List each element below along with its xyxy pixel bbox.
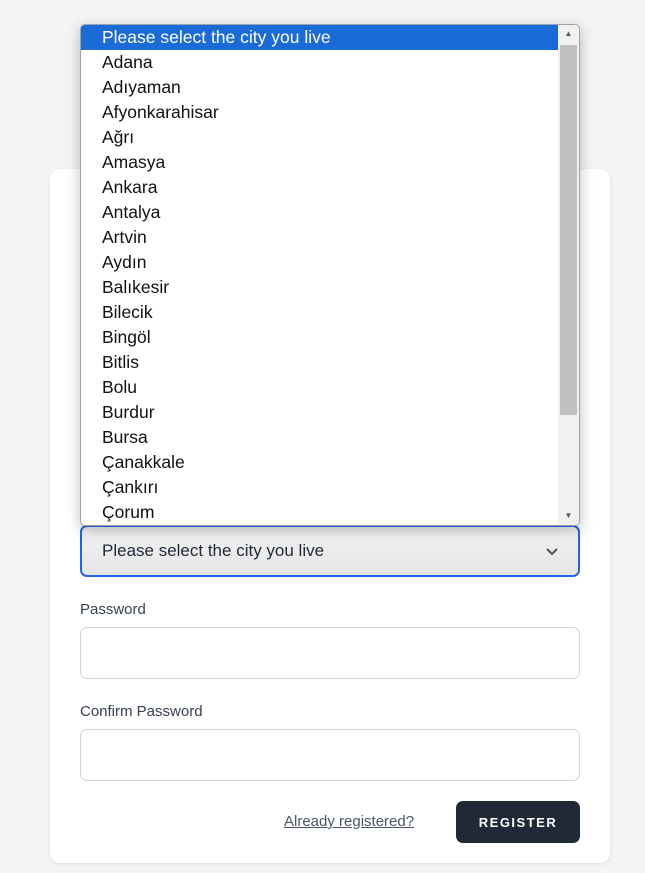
city-option[interactable]: Ankara: [81, 175, 559, 200]
city-option[interactable]: Antalya: [81, 200, 559, 225]
scrollbar-thumb[interactable]: [560, 45, 577, 415]
password-label: Password: [80, 601, 146, 618]
city-option[interactable]: Aydın: [81, 250, 559, 275]
already-registered-link[interactable]: Already registered?: [284, 813, 414, 830]
city-option[interactable]: Bilecik: [81, 300, 559, 325]
scrollbar[interactable]: ▲ ▼: [558, 25, 579, 525]
scroll-up-arrow-icon[interactable]: ▲: [558, 25, 579, 43]
city-option[interactable]: Afyonkarahisar: [81, 100, 559, 125]
city-select[interactable]: Please select the city you live: [80, 525, 580, 577]
city-option[interactable]: Çorum: [81, 500, 559, 525]
city-option[interactable]: Please select the city you live: [81, 25, 559, 50]
city-option[interactable]: Bursa: [81, 425, 559, 450]
city-option[interactable]: Artvin: [81, 225, 559, 250]
city-option[interactable]: Adıyaman: [81, 75, 559, 100]
city-option[interactable]: Bolu: [81, 375, 559, 400]
city-option[interactable]: Çankırı: [81, 475, 559, 500]
city-option[interactable]: Amasya: [81, 150, 559, 175]
city-option[interactable]: Ağrı: [81, 125, 559, 150]
city-option[interactable]: Bingöl: [81, 325, 559, 350]
city-select-value: Please select the city you live: [102, 541, 325, 560]
city-option[interactable]: Çanakkale: [81, 450, 559, 475]
confirm-password-label: Confirm Password: [80, 703, 203, 720]
confirm-password-input[interactable]: [80, 729, 580, 781]
city-option[interactable]: Bitlis: [81, 350, 559, 375]
city-option[interactable]: Balıkesir: [81, 275, 559, 300]
scroll-down-arrow-icon[interactable]: ▼: [558, 507, 579, 525]
city-dropdown-list[interactable]: Please select the city you live Adana Adıy…: [80, 24, 580, 526]
password-input[interactable]: [80, 627, 580, 679]
chevron-down-icon: [546, 548, 558, 556]
register-button[interactable]: REGISTER: [456, 801, 580, 843]
city-option[interactable]: Burdur: [81, 400, 559, 425]
city-option[interactable]: Adana: [81, 50, 559, 75]
